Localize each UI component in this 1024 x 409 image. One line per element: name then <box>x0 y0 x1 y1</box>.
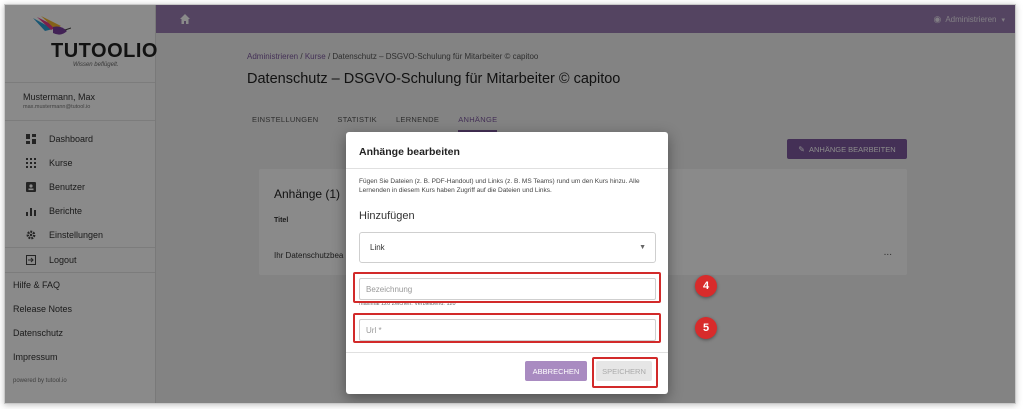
cancel-button[interactable]: ABBRECHEN <box>525 361 587 381</box>
edit-attachments-dialog: Anhänge bearbeiten Fügen Sie Dateien (z.… <box>346 132 668 394</box>
dialog-divider <box>346 168 668 169</box>
dialog-description: Fügen Sie Dateien (z. B. PDF-Handout) un… <box>359 178 640 194</box>
attachment-type-select[interactable]: Link ▼ <box>359 232 656 263</box>
highlight-save-button <box>592 357 658 388</box>
attachment-type-value: Link <box>370 243 385 252</box>
app-window: TUTOOLIO Wissen beflügelt. Mustermann, M… <box>4 4 1016 404</box>
callout-badge-5: 5 <box>695 317 717 339</box>
dialog-title: Anhänge bearbeiten <box>359 146 460 158</box>
dropdown-arrow-icon: ▼ <box>639 244 646 251</box>
dialog-subtitle: Hinzufügen <box>359 210 415 222</box>
dialog-divider <box>346 352 668 353</box>
highlight-url-field <box>353 313 661 343</box>
callout-badge-4: 4 <box>695 275 717 297</box>
highlight-name-field <box>353 272 661 303</box>
